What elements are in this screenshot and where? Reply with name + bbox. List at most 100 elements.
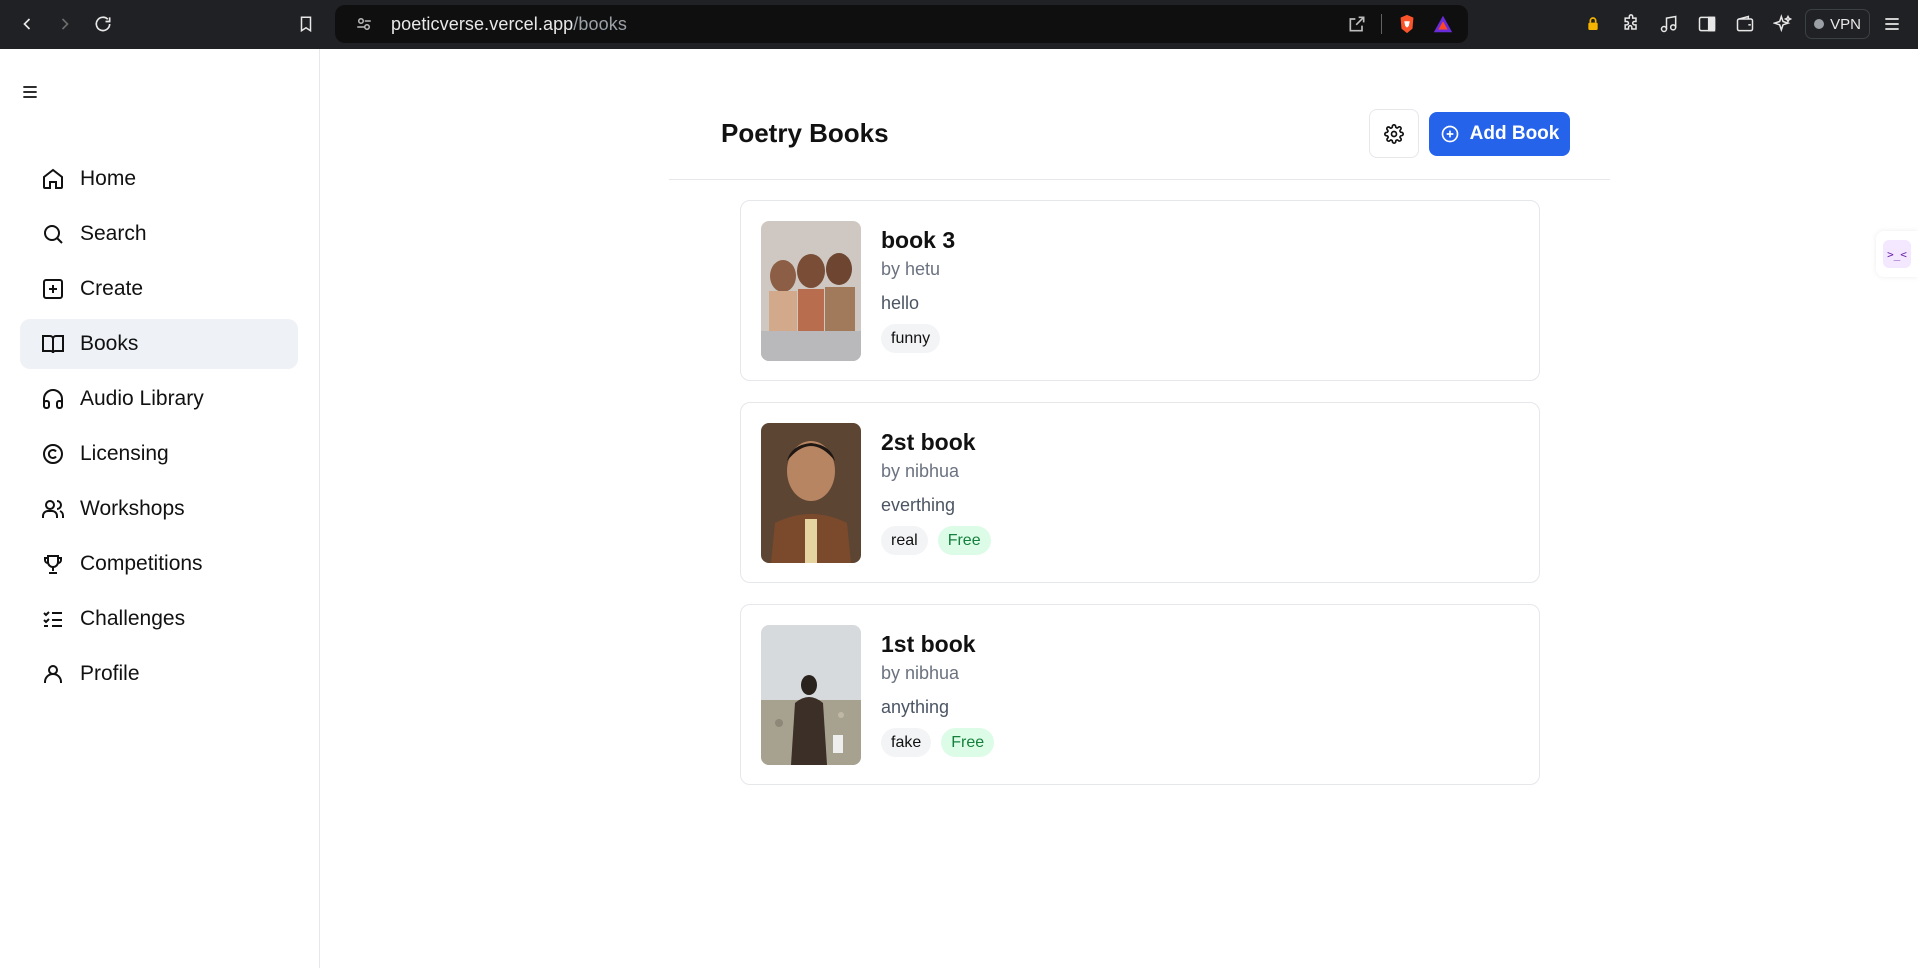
sidebar-item-label: Workshops [80,497,185,520]
vpn-status-dot [1814,19,1825,29]
free-badge: Free [937,526,991,555]
sidebar-item-label: Create [80,277,144,300]
main-content: Poetry Books Add Book book 3 by hetu hel… [320,49,1918,968]
sidebar-item-challenges[interactable]: Challenges [20,594,298,644]
forward-button[interactable] [46,5,84,43]
book-card[interactable]: book 3 by hetu hello funny [740,200,1540,381]
users-icon [40,496,66,522]
sidebar-item-search[interactable]: Search [20,209,298,259]
sidebar-nav: Home Search Create Books Audio Library L… [20,154,298,704]
chevron-left-icon [23,18,31,30]
hamburger-icon [1885,18,1899,30]
book-author: by nibhua [881,461,960,481]
lock-extension-button[interactable] [1577,8,1609,40]
bookmark-icon [300,16,312,33]
home-icon [40,166,66,192]
lock-icon [1588,17,1598,30]
bookmark-button[interactable] [287,5,325,43]
book-open-icon [40,331,66,357]
book-tags: real Free [881,526,991,555]
copyright-icon [40,441,66,467]
sidebar-item-profile[interactable]: Profile [20,649,298,699]
book-author: by hetu [881,259,941,279]
music-note-icon [1660,15,1677,33]
sidebar-item-competitions[interactable]: Competitions [20,539,298,589]
address-bar[interactable]: poeticverse.vercel.app/books [335,5,1468,43]
sidebar-item-label: Profile [80,662,140,685]
free-badge: Free [941,728,995,757]
book-title[interactable]: 1st book [881,631,976,658]
sidebar-item-workshops[interactable]: Workshops [20,484,298,534]
sidebar-panel-icon [1698,16,1716,32]
page-title: Poetry Books [721,118,889,148]
add-book-label: Add Book [1469,123,1560,144]
sidebar-item-books[interactable]: Books [20,319,298,369]
sidebar-item-home[interactable]: Home [20,154,298,204]
sidebar: Home Search Create Books Audio Library L… [0,49,320,968]
floating-extension-widget[interactable]: >_< [1876,231,1918,277]
sidebar-item-create[interactable]: Create [20,264,298,314]
book-author: by nibhua [881,663,960,683]
code-icon: >_< [1883,240,1911,268]
sidebar-item-audio-library[interactable]: Audio Library [20,374,298,424]
extensions-button[interactable] [1615,8,1647,40]
sidebar-item-label: Search [80,222,147,245]
sidebar-item-label: Challenges [80,607,186,630]
sidebar-item-licensing[interactable]: Licensing [20,429,298,479]
plus-circle-icon [1441,125,1458,143]
book-title[interactable]: book 3 [881,227,955,254]
headphones-icon [40,386,66,412]
book-cover [761,423,861,563]
leo-ai-button[interactable] [1767,8,1799,40]
chevron-right-icon [61,18,69,30]
book-cover [761,221,861,361]
plus-square-icon [40,276,66,302]
book-description: hello [881,293,920,313]
url-path: /books [573,13,627,34]
brave-rewards-icon[interactable] [1432,13,1454,35]
page-header: Poetry Books Add Book [669,49,1610,180]
browser-toolbar: poeticverse.vercel.app/books VPN [0,0,1918,49]
wallet-button[interactable] [1729,8,1761,40]
vpn-button[interactable]: VPN [1805,9,1870,39]
sidebar-item-label: Books [80,332,139,355]
address-bar-divider [1381,14,1382,34]
site-settings-icon[interactable] [353,13,375,35]
book-description: everthing [881,495,956,515]
brave-shield-icon[interactable] [1396,13,1418,35]
sidebar-item-label: Audio Library [80,387,204,410]
back-button[interactable] [8,5,46,43]
reload-button[interactable] [84,5,122,43]
trophy-icon [40,551,66,577]
book-card[interactable]: 1st book by nibhua anything fake Free [740,604,1540,785]
user-icon [40,661,66,687]
media-button[interactable] [1653,8,1685,40]
sidebar-item-label: Home [80,167,137,190]
tag-badge: real [881,526,928,555]
search-icon [40,221,66,247]
url-host: poeticverse.vercel.app [391,13,574,34]
browser-menu-button[interactable] [1876,8,1908,40]
reload-icon [95,16,111,32]
book-tags: funny [881,324,941,353]
puzzle-icon [1624,14,1637,30]
sparkle-icon [1773,14,1793,33]
add-book-button[interactable]: Add Book [1429,112,1570,156]
hamburger-icon [23,86,37,98]
share-icon[interactable] [1347,14,1367,34]
url-text[interactable]: poeticverse.vercel.app/books [391,14,627,35]
book-title[interactable]: 2st book [881,429,976,456]
book-card[interactable]: 2st book by nibhua everthing real Free [740,402,1540,583]
settings-button[interactable] [1369,109,1419,158]
book-description: anything [881,697,950,717]
sidebar-menu-toggle[interactable] [20,82,40,102]
book-tags: fake Free [881,728,995,757]
wallet-icon [1736,15,1754,32]
sidebar-item-label: Competitions [80,552,203,575]
vpn-label: VPN [1830,15,1861,33]
tag-badge: fake [881,728,932,757]
sidebar-toggle-button[interactable] [1691,8,1723,40]
tag-badge: funny [881,324,941,353]
book-cover [761,625,861,765]
gear-icon [1384,123,1404,144]
